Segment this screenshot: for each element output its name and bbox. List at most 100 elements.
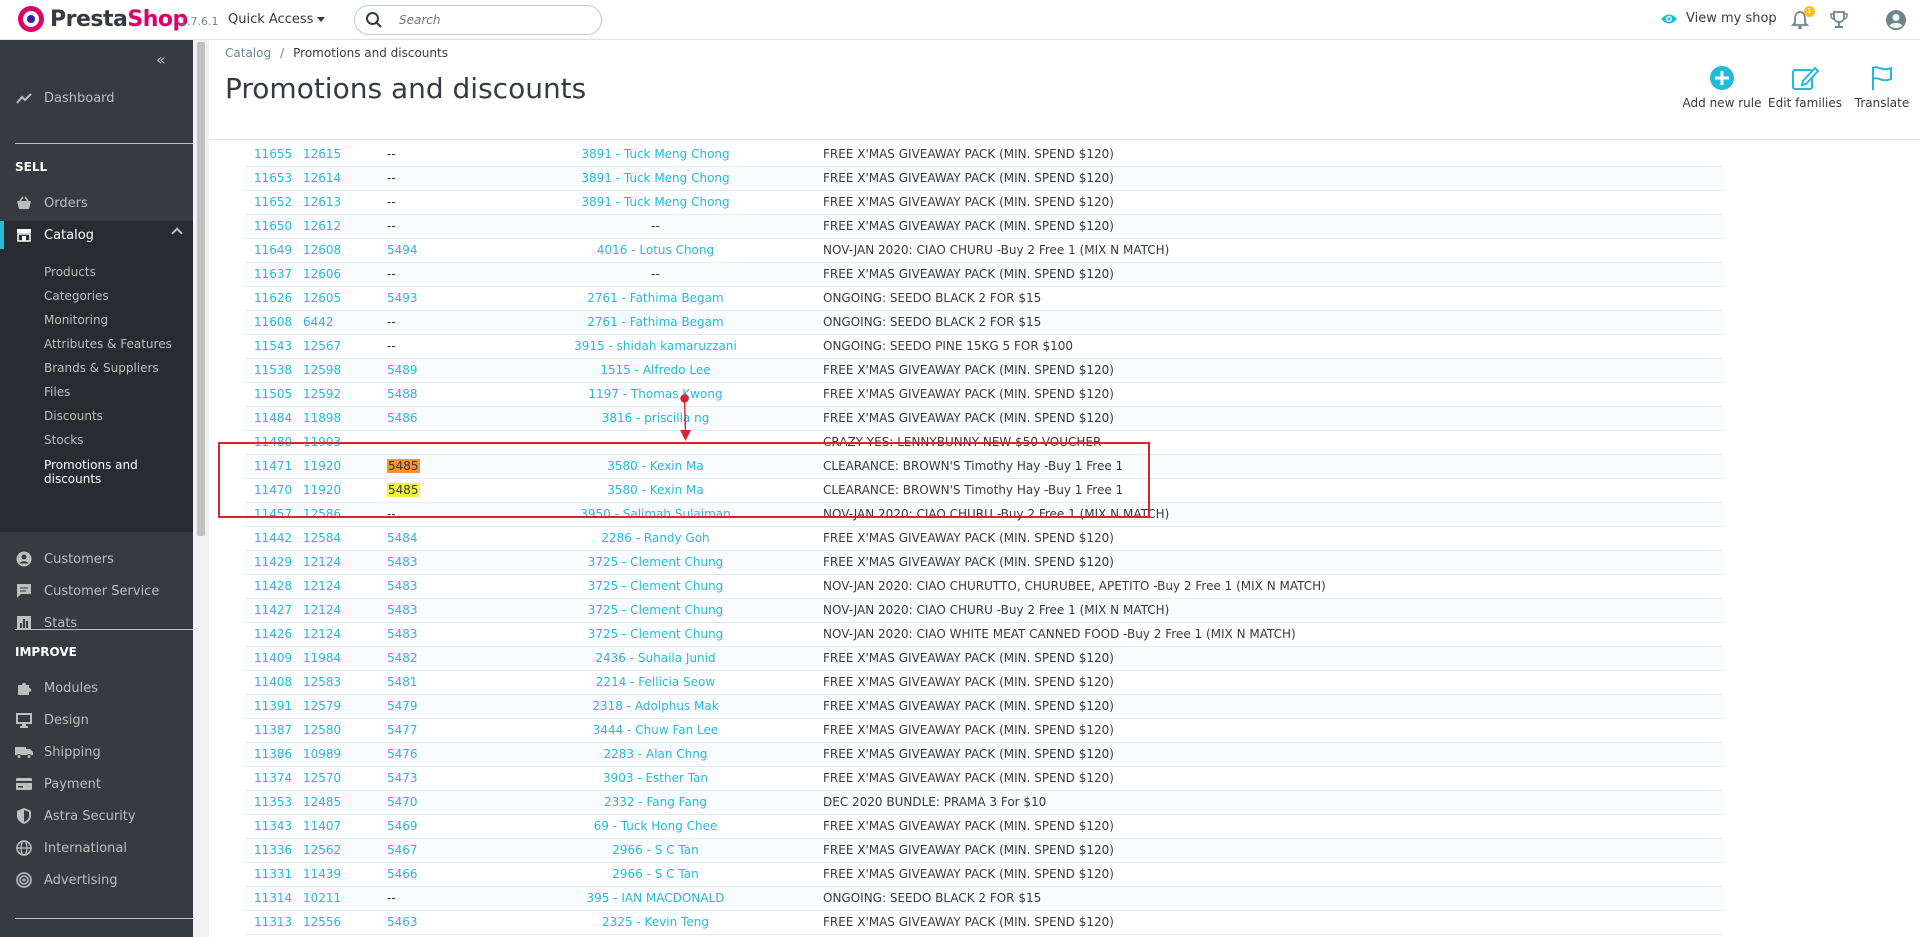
cell-id-value[interactable]: 11386	[254, 747, 292, 761]
cell-set-value[interactable]: 5479	[387, 699, 418, 713]
sidebar-subitem-brands-suppliers[interactable]: Brands & Suppliers	[44, 361, 159, 375]
cell-set[interactable]: 5493	[373, 286, 508, 311]
cell-customer-value[interactable]: 2761 - Fathima Begam	[587, 291, 723, 305]
cell-product[interactable]: 12567	[303, 334, 373, 359]
cell-customer-value[interactable]: 3915 - shidah kamaruzzani	[574, 339, 737, 353]
cell-product-value[interactable]: 12598	[303, 363, 341, 377]
cell-id[interactable]: 11426	[245, 622, 303, 647]
cell-id[interactable]: 11331	[245, 862, 303, 887]
cell-set-value[interactable]: --	[387, 315, 396, 329]
cell-id[interactable]: 11427	[245, 598, 303, 623]
cell-set-value[interactable]: 5466	[387, 867, 418, 881]
cell-product-value[interactable]: 10989	[303, 747, 341, 761]
cell-set-value[interactable]: 5469	[387, 819, 418, 833]
cell-set[interactable]: 5494	[373, 238, 508, 263]
cell-product-value[interactable]: 11984	[303, 651, 341, 665]
cell-product-value[interactable]: 12580	[303, 723, 341, 737]
cell-product[interactable]: 11984	[303, 646, 373, 671]
cell-customer[interactable]: 3891 - Tuck Meng Chong	[508, 190, 803, 215]
cell-product-value[interactable]: 12124	[303, 555, 341, 569]
cell-product[interactable]: 6442	[303, 310, 373, 335]
sidebar-item-astra-security[interactable]: Astra Security	[0, 802, 193, 830]
cell-id[interactable]: 11313	[245, 910, 303, 935]
cell-id[interactable]: 11608	[245, 310, 303, 335]
cell-customer[interactable]: 2318 - Adolphus Mak	[508, 694, 803, 719]
sidebar-item-payment[interactable]: Payment	[0, 770, 193, 798]
cell-id-value[interactable]: 11313	[254, 915, 292, 929]
table-row[interactable]: 11653 12614 -- 3891 - Tuck Meng Chong FREE X…	[245, 166, 1723, 191]
cell-id[interactable]: 11391	[245, 694, 303, 719]
table-row[interactable]: 11655 12615 -- 3891 - Tuck Meng Chong FREE X…	[245, 142, 1723, 167]
cell-product[interactable]: 12614	[303, 166, 373, 191]
cell-set[interactable]: --	[373, 334, 508, 359]
cell-set-value[interactable]: 5486	[387, 411, 418, 425]
cell-product[interactable]: 10989	[303, 742, 373, 767]
cell-id-value[interactable]: 11653	[254, 171, 292, 185]
cell-id[interactable]: 11653	[245, 166, 303, 191]
cell-product[interactable]: 12124	[303, 550, 373, 575]
cell-id[interactable]: 11386	[245, 742, 303, 767]
cell-id[interactable]: 11505	[245, 382, 303, 407]
cell-customer-value[interactable]: 2325 - Kevin Teng	[602, 915, 709, 929]
cell-set[interactable]: 5477	[373, 718, 508, 743]
cell-set-value[interactable]: --	[387, 171, 396, 185]
cell-customer-value[interactable]: 2214 - Fellicia Seow	[596, 675, 715, 689]
table-row[interactable]: 11637 12606 -- -- FREE X'MAS GIVEAWAY PACK (…	[245, 262, 1723, 287]
cell-set-value[interactable]: 5470	[387, 795, 418, 809]
edit-families-button[interactable]: Edit families	[1768, 60, 1842, 110]
cell-product-value[interactable]: 12567	[303, 339, 341, 353]
search-box[interactable]	[354, 5, 602, 35]
sidebar-item-shipping[interactable]: Shipping	[0, 738, 193, 766]
cell-customer-value[interactable]: 2318 - Adolphus Mak	[592, 699, 718, 713]
cell-product-value[interactable]: 12592	[303, 387, 341, 401]
cell-set-value[interactable]: 5489	[387, 363, 418, 377]
sidebar-subitem-products[interactable]: Products	[44, 265, 96, 279]
cell-customer-value[interactable]: 3725 - Clement Chung	[588, 555, 724, 569]
cell-customer[interactable]: 2214 - Fellicia Seow	[508, 670, 803, 695]
cell-customer[interactable]: 1515 - Alfredo Lee	[508, 358, 803, 383]
table-row[interactable]: 11343 11407 5469 69 - Tuck Hong Chee FREE X'…	[245, 814, 1723, 839]
cell-set[interactable]: 5486	[373, 406, 508, 431]
cell-set-value[interactable]: 5483	[387, 603, 418, 617]
cell-id[interactable]: 11655	[245, 142, 303, 167]
cell-product-value[interactable]: 12614	[303, 171, 341, 185]
cell-customer-value[interactable]: 2436 - Suhaila Junid	[595, 651, 715, 665]
table-row[interactable]: 11427 12124 5483 3725 - Clement Chung NOV-JA…	[245, 598, 1723, 623]
table-row[interactable]: 11484 11898 5486 3816 - priscilla ng FREE X'…	[245, 406, 1723, 431]
cell-id-value[interactable]: 11505	[254, 387, 292, 401]
cell-set[interactable]: 5483	[373, 598, 508, 623]
cell-product[interactable]: 12124	[303, 622, 373, 647]
sidebar-item-catalog[interactable]: Catalog	[0, 221, 193, 249]
cell-customer[interactable]: 3444 - Chuw Fan Lee	[508, 718, 803, 743]
cell-set-value[interactable]: 5488	[387, 387, 418, 401]
cell-product[interactable]: 11439	[303, 862, 373, 887]
cell-product-value[interactable]: 12615	[303, 147, 341, 161]
cell-customer[interactable]: 2966 - S C Tan	[508, 838, 803, 863]
cell-set[interactable]: 5463	[373, 910, 508, 935]
table-row[interactable]: 11650 12612 -- -- FREE X'MAS GIVEAWAY PACK (…	[245, 214, 1723, 239]
cell-product-value[interactable]: 12124	[303, 627, 341, 641]
cell-product[interactable]: 12579	[303, 694, 373, 719]
cell-set[interactable]: 5470	[373, 790, 508, 815]
cell-id-value[interactable]: 11652	[254, 195, 292, 209]
cell-set-value[interactable]: 5473	[387, 771, 418, 785]
translate-button[interactable]: Translate	[1850, 60, 1914, 110]
table-row[interactable]: 11374 12570 5473 3903 - Esther Tan FREE X'MA…	[245, 766, 1723, 791]
cell-id-value[interactable]: 11608	[254, 315, 292, 329]
table-row[interactable]: 11336 12562 5467 2966 - S C Tan FREE X'MAS G…	[245, 838, 1723, 863]
cell-set[interactable]: 5467	[373, 838, 508, 863]
cell-id[interactable]: 11409	[245, 646, 303, 671]
cell-product-value[interactable]: 12584	[303, 531, 341, 545]
cell-id[interactable]: 11353	[245, 790, 303, 815]
table-row[interactable]: 11387 12580 5477 3444 - Chuw Fan Lee FREE X'…	[245, 718, 1723, 743]
cell-customer[interactable]: 3891 - Tuck Meng Chong	[508, 142, 803, 167]
add-new-rule-button[interactable]: Add new rule	[1682, 60, 1762, 110]
sidebar-subitem-discounts[interactable]: Discounts	[44, 409, 103, 423]
cell-product[interactable]: 12608	[303, 238, 373, 263]
cell-set-value[interactable]: 5463	[387, 915, 418, 929]
sidebar-item-customer-service[interactable]: Customer Service	[0, 577, 193, 605]
cell-set[interactable]: 5483	[373, 622, 508, 647]
cell-id[interactable]: 11652	[245, 190, 303, 215]
sidebar-subitem-promotions[interactable]: Promotions and discounts	[44, 458, 138, 486]
cell-customer-value[interactable]: --	[651, 219, 660, 233]
